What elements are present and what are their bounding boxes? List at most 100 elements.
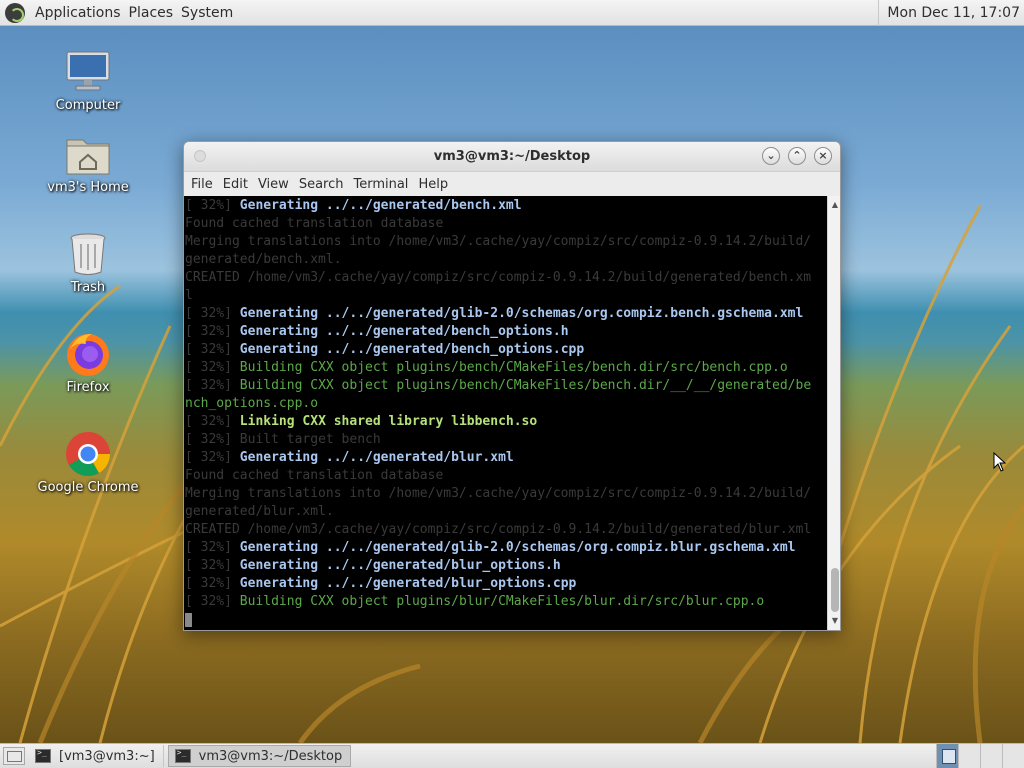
terminal-line: Found cached translation database [184, 215, 827, 233]
terminal-line: [ 32%] Building CXX object plugins/bench… [184, 377, 827, 395]
terminal-line: l [184, 287, 827, 305]
places-menu[interactable]: Places [125, 0, 178, 26]
trash-icon [64, 230, 112, 278]
progress-prefix: [ 32%] [185, 576, 240, 591]
firefox-icon [64, 330, 112, 378]
progress-prefix: [ 32%] [185, 432, 240, 447]
terminal-line: Merging translations into /home/vm3/.cac… [184, 485, 827, 503]
progress-prefix: [ 32%] [185, 540, 240, 555]
terminal-menubar: File Edit View Search Terminal Help [184, 172, 840, 196]
terminal-line: Merging translations into /home/vm3/.cac… [184, 233, 827, 251]
taskbar-item-active[interactable]: vm3@vm3:~/Desktop [167, 745, 352, 767]
desktop-icon-label: Google Chrome [37, 480, 139, 495]
terminal-line-text: CREATED /home/vm3/.cache/yay/compiz/src/… [185, 270, 812, 285]
terminal-line-text: Generating ../../generated/bench_options… [239, 324, 569, 339]
terminal-line-text: Linking CXX shared library libbench.so [239, 414, 538, 429]
terminal-line-text: l [185, 288, 193, 303]
terminal-line-text: Found cached translation database [185, 468, 444, 483]
desktop-icon-chrome[interactable]: Google Chrome [33, 430, 143, 495]
terminal-line: [ 32%] Generating ../../generated/glib-2… [184, 305, 827, 323]
scrollbar-thumb[interactable] [831, 568, 839, 612]
terminal-line: generated/blur.xml. [184, 503, 827, 521]
terminal-line-text: Generating ../../generated/bench_options… [239, 342, 585, 357]
workspace-switcher [936, 744, 1024, 768]
terminal-window[interactable]: vm3@vm3:~/Desktop ⌄ ⌃ × File Edit View S… [183, 141, 841, 631]
terminal-line-text: Merging translations into /home/vm3/.cac… [185, 486, 812, 501]
close-icon: × [818, 149, 828, 162]
terminal-line: CREATED /home/vm3/.cache/yay/compiz/src/… [184, 269, 827, 287]
menu-edit[interactable]: Edit [218, 177, 253, 192]
menu-search[interactable]: Search [294, 177, 349, 192]
top-panel: Applications Places System Mon Dec 11, 1… [0, 0, 1024, 26]
terminal-line: [ 32%] Generating ../../generated/glib-2… [184, 539, 827, 557]
progress-prefix: [ 32%] [185, 342, 240, 357]
menu-view[interactable]: View [253, 177, 294, 192]
terminal-line: [ 32%] Generating ../../generated/bench.… [184, 197, 827, 215]
progress-prefix: [ 32%] [185, 198, 240, 213]
home-folder-icon [64, 130, 112, 178]
desktop-icon-label: Firefox [66, 380, 110, 395]
show-desktop-icon[interactable] [3, 747, 25, 765]
menu-file[interactable]: File [186, 177, 218, 192]
terminal-line-text: Building CXX object plugins/bench/CMakeF… [239, 378, 812, 393]
chevron-down-icon: ⌄ [766, 149, 776, 162]
desktop-icon-label: vm3's Home [47, 180, 129, 195]
terminal-output[interactable]: [ 32%] Generating ../../generated/bench.… [184, 196, 827, 630]
desktop-icon-trash[interactable]: Trash [33, 230, 143, 295]
workspace-1[interactable] [936, 744, 958, 768]
terminal-line-text: Merging translations into /home/vm3/.cac… [185, 234, 812, 249]
terminal-line: [ 32%] Generating ../../generated/bench_… [184, 323, 827, 341]
workspace-2[interactable] [958, 744, 980, 768]
terminal-line: [ 32%] Linking CXX shared library libben… [184, 413, 827, 431]
desktop-icon-home[interactable]: vm3's Home [33, 130, 143, 195]
applications-menu[interactable]: Applications [31, 0, 125, 26]
workspace-4[interactable] [1002, 744, 1024, 768]
desktop-icon-firefox[interactable]: Firefox [33, 330, 143, 395]
terminal-line-text: Building CXX object plugins/bench/CMakeF… [239, 360, 788, 375]
computer-icon [64, 48, 112, 96]
distro-logo-icon[interactable] [5, 2, 25, 23]
menu-terminal[interactable]: Terminal [348, 177, 413, 192]
window-titlebar[interactable]: vm3@vm3:~/Desktop ⌄ ⌃ × [184, 142, 840, 172]
terminal-line-text: Generating ../../generated/blur.xml [239, 450, 514, 465]
close-button[interactable]: × [814, 147, 832, 165]
progress-prefix: [ 32%] [185, 306, 240, 321]
terminal-line: [ 32%] Generating ../../generated/blur.x… [184, 449, 827, 467]
mouse-pointer-icon [993, 452, 1007, 472]
minimize-button[interactable]: ⌄ [762, 147, 780, 165]
taskbar-item-label: vm3@vm3:~/Desktop [198, 748, 343, 764]
menu-help[interactable]: Help [413, 177, 453, 192]
terminal-line: [ 32%] Building CXX object plugins/bench… [184, 359, 827, 377]
terminal-line-text: Generating ../../generated/blur_options.… [239, 558, 561, 573]
panel-clock[interactable]: Mon Dec 11, 17:07 [878, 0, 1020, 26]
terminal-line-text: Generating ../../generated/bench.xml [239, 198, 522, 213]
terminal-line: [ 32%] Generating ../../generated/bench_… [184, 341, 827, 359]
terminal-line-text: Generating ../../generated/blur_options.… [239, 576, 577, 591]
terminal-prompt-line [184, 611, 827, 629]
progress-prefix: [ 32%] [185, 324, 240, 339]
scroll-up-icon[interactable]: ▲ [830, 200, 840, 210]
terminal-line-text: Found cached translation database [185, 216, 444, 231]
terminal-line-text: Built target bench [239, 432, 381, 447]
window-menu-icon[interactable] [194, 150, 206, 162]
text-cursor [185, 612, 192, 627]
taskbar-item[interactable]: [vm3@vm3:~] [29, 745, 164, 767]
terminal-icon [174, 748, 191, 763]
progress-prefix: [ 32%] [185, 450, 240, 465]
terminal-line: CREATED /home/vm3/.cache/yay/compiz/src/… [184, 521, 827, 539]
system-menu[interactable]: System [177, 0, 237, 26]
chevron-up-icon: ⌃ [792, 149, 802, 162]
scroll-down-icon[interactable]: ▼ [830, 616, 840, 626]
terminal-line-text: Generating ../../generated/glib-2.0/sche… [239, 540, 796, 555]
bottom-panel: [vm3@vm3:~] vm3@vm3:~/Desktop [0, 743, 1024, 768]
desktop-icon-computer[interactable]: Computer [33, 48, 143, 113]
chrome-icon [64, 430, 112, 478]
terminal-line: [ 32%] Building CXX object plugins/blur/… [184, 593, 827, 611]
progress-prefix: [ 32%] [185, 414, 240, 429]
workspace-3[interactable] [980, 744, 1002, 768]
terminal-scrollbar[interactable]: ▲ ▼ [827, 196, 840, 630]
terminal-line: [ 32%] Generating ../../generated/blur_o… [184, 575, 827, 593]
maximize-button[interactable]: ⌃ [788, 147, 806, 165]
desktop-icon-label: Computer [55, 98, 121, 113]
progress-prefix: [ 32%] [185, 558, 240, 573]
